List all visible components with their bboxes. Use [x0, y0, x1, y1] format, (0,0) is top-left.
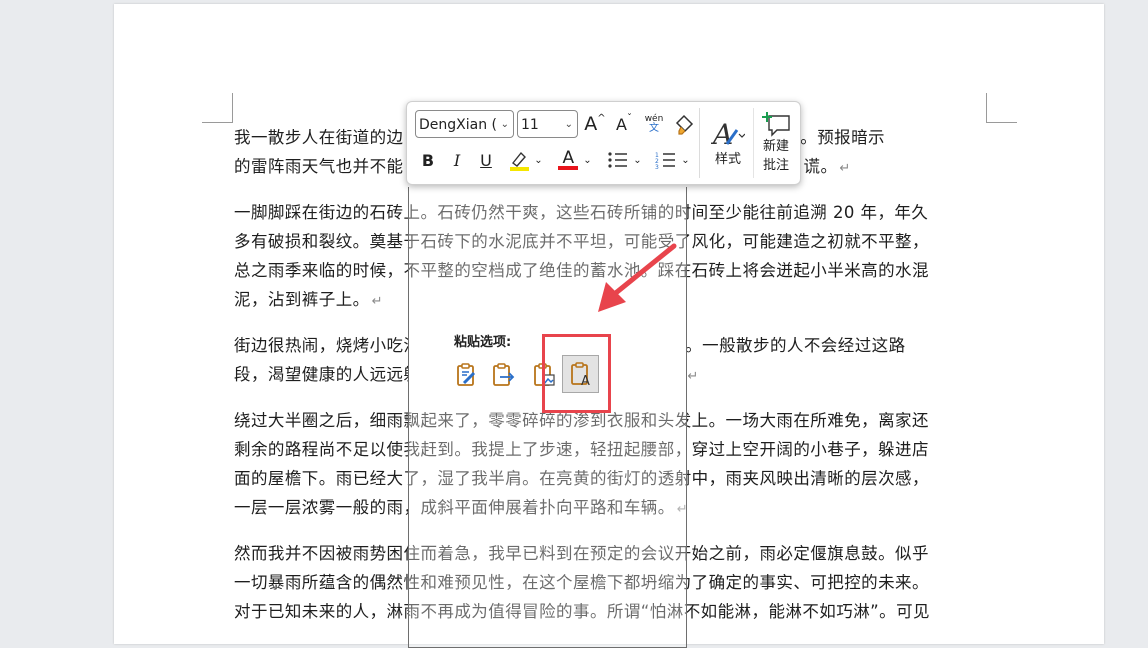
font-color-icon: A: [562, 148, 575, 168]
caret-down-icon: ˇ: [626, 112, 632, 124]
font-color-bar: [558, 166, 579, 170]
chevron-down-icon: ⌄: [633, 154, 642, 166]
italic-icon: I: [453, 150, 461, 170]
phonetic-guide-button[interactable]: wén 文: [641, 110, 667, 138]
styles-icon: A: [711, 118, 745, 150]
phonetic-bottom: 文: [649, 123, 659, 134]
italic-button[interactable]: I: [446, 147, 468, 173]
red-arrow-annotation: [598, 243, 677, 312]
p1-line1-start: 我一散步人在街道的边: [234, 128, 404, 147]
bold-button[interactable]: B: [417, 147, 439, 173]
toolbar-separator: [699, 108, 700, 178]
paintbrush-icon: [675, 114, 694, 135]
bullets-button[interactable]: ⌄: [604, 147, 644, 173]
grow-font-button[interactable]: A ^: [583, 110, 607, 138]
chevron-down-icon: ⌄: [500, 119, 509, 130]
styles-button[interactable]: A 样式: [707, 106, 749, 180]
chevron-down-icon: ⌄: [564, 119, 573, 130]
shrink-font-button[interactable]: Aˇ: [612, 110, 636, 138]
underline-icon: U: [480, 150, 492, 170]
font-color-button[interactable]: A ⌄: [554, 147, 596, 173]
crop-mark-top-left: [202, 93, 233, 123]
new-comment-button[interactable]: 新建 批注: [756, 106, 796, 180]
paragraph-mark: ↵: [839, 161, 851, 176]
font-name-value: DengXian (: [419, 117, 497, 133]
font-size-dropdown[interactable]: 11 ⌄: [517, 110, 578, 138]
underline-button[interactable]: U: [475, 147, 497, 173]
svg-text:A: A: [711, 118, 733, 150]
highlight-box: [542, 334, 611, 413]
new-comment-label-2: 批注: [762, 158, 789, 173]
numbered-list-icon: 123: [655, 152, 676, 171]
keep-source-formatting-icon[interactable]: [454, 360, 480, 390]
new-comment-label-1: 新建: [762, 139, 789, 154]
p3-line2-start: 段，渴望健康的人远远躲着: [234, 365, 438, 384]
bold-icon: B: [421, 150, 435, 170]
bullet-list-icon: [608, 152, 628, 168]
font-name-dropdown[interactable]: DengXian ( ⌄: [415, 110, 514, 138]
mini-toolbar: DengXian ( ⌄ 11 ⌄ A ^ Aˇ wén 文 B I U ⌄ A …: [406, 101, 801, 185]
caret-up-icon: ^: [597, 112, 606, 124]
styles-label: 样式: [714, 151, 741, 167]
paragraph-mark: ↵: [371, 294, 383, 309]
p1-line2-end: 谎。: [803, 157, 838, 176]
format-painter-button[interactable]: [671, 110, 697, 138]
new-comment-icon: [762, 112, 790, 137]
chevron-down-icon: ⌄: [583, 154, 592, 166]
p1-line2-start: 的雷阵雨天气也并不能: [234, 157, 404, 176]
shrink-font-icon: A: [616, 114, 627, 134]
numbering-button[interactable]: 123 ⌄: [651, 147, 693, 173]
svg-text:3: 3: [655, 164, 659, 171]
p3-line1-start: 街边很热闹，烧烤小吃没有: [234, 336, 438, 355]
merge-formatting-icon[interactable]: [491, 360, 517, 390]
p2-line4: 泥，沾到裤子上。: [234, 290, 370, 309]
paste-options-title: 粘贴选项:: [454, 335, 512, 350]
paragraph-mark: ↵: [687, 369, 699, 384]
highlighter-icon: [510, 151, 530, 171]
chevron-down-icon: ⌄: [534, 154, 543, 166]
font-size-value: 11: [521, 117, 539, 133]
toolbar-separator: [753, 108, 754, 178]
crop-mark-top-right: [986, 93, 1017, 123]
grow-font-icon: A: [584, 113, 598, 135]
chevron-down-icon: ⌄: [681, 154, 690, 166]
highlight-color-button[interactable]: ⌄: [504, 147, 546, 173]
